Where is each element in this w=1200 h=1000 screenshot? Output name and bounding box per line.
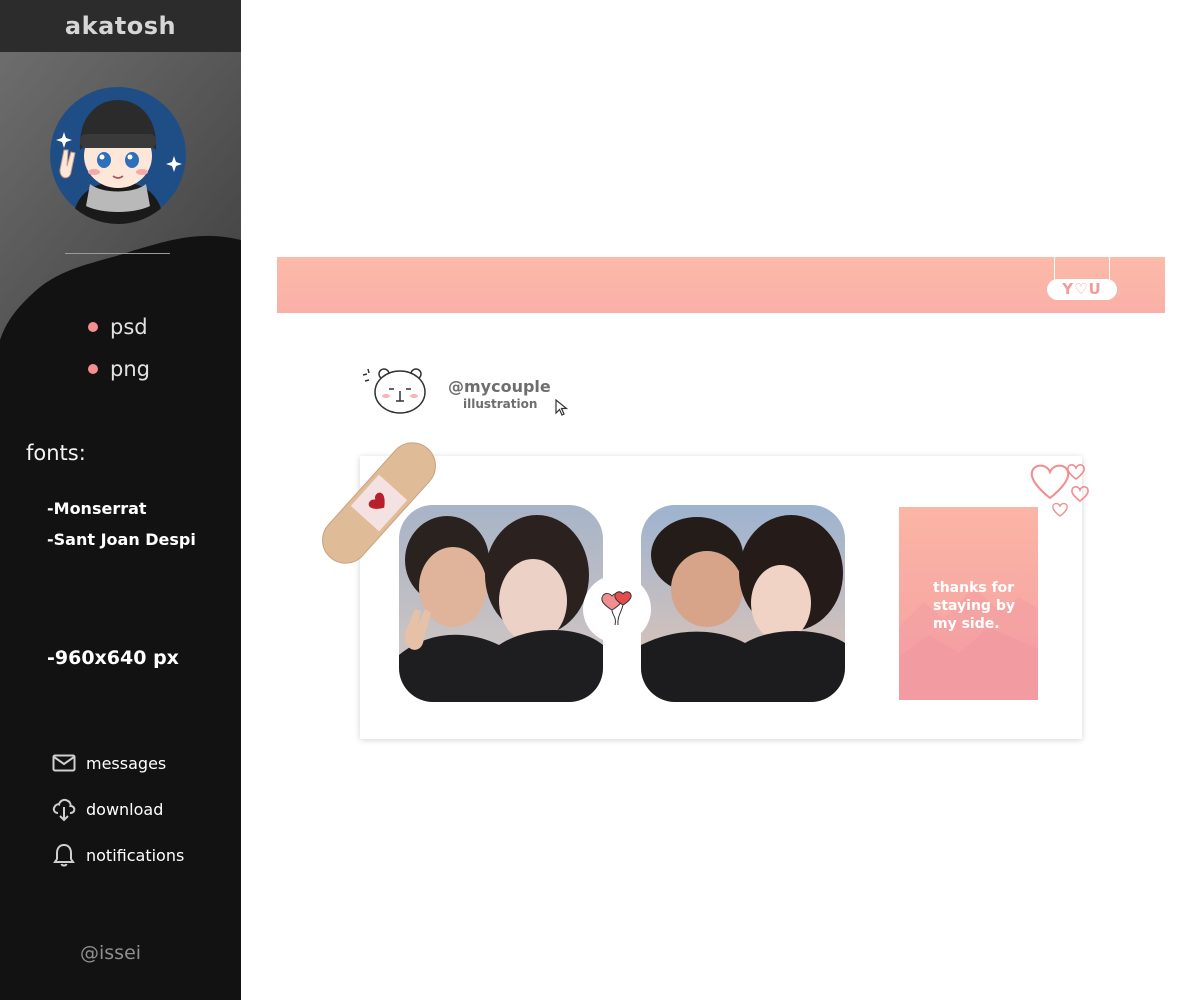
quote-card: thanks for staying by my side. (899, 507, 1038, 700)
sidebar-menu: messages download notifications (50, 740, 184, 878)
menu-item-download[interactable]: download (50, 786, 184, 832)
avatar-illustration (50, 87, 186, 224)
font-list: -Monserrat -Sant Joan Despi (47, 497, 196, 559)
menu-label: notifications (86, 845, 185, 865)
size-text: -960x640 px (47, 647, 179, 669)
download-icon (50, 795, 78, 823)
format-item-png[interactable]: png (88, 348, 150, 390)
envelope-icon (50, 749, 78, 777)
profile-subtitle: illustration (463, 397, 538, 411)
format-label: png (110, 357, 150, 381)
footer-handle[interactable]: @issei (80, 942, 141, 964)
couple-photo-right[interactable] (641, 505, 845, 702)
bandage-sticker (322, 442, 436, 564)
hearts-doodle (1030, 464, 1089, 517)
font-item: -Monserrat (47, 499, 147, 518)
quote-text: thanks for staying by my side. (933, 580, 1015, 632)
hang-string (1054, 257, 1055, 281)
menu-label: download (86, 799, 164, 819)
sidebar-header: akatosh (0, 0, 241, 52)
profile-handle[interactable]: @mycouple (448, 377, 551, 396)
fonts-heading: fonts: (26, 441, 86, 465)
font-item: -Sant Joan Despi (47, 530, 196, 549)
menu-label: messages (86, 753, 167, 773)
header-banner: Y♡U (277, 257, 1165, 313)
format-label: psd (110, 315, 148, 339)
you-tag: Y♡U (1047, 279, 1117, 300)
heart-balloons-icon (601, 591, 632, 626)
sidebar: akatosh psd png fonts: -Monserrat -Sant … (0, 0, 241, 1000)
menu-item-messages[interactable]: messages (50, 740, 184, 786)
avatar[interactable] (50, 86, 186, 224)
format-list: psd png (88, 306, 150, 390)
bell-icon (50, 841, 78, 869)
hang-string (1109, 257, 1110, 281)
balloon-badge (583, 575, 651, 643)
app-title: akatosh (64, 12, 177, 40)
photo-card: thanks for staying by my side. (360, 456, 1082, 739)
bear-icon (362, 368, 426, 414)
cursor-icon (555, 399, 569, 416)
bullet-dot (88, 322, 98, 332)
format-item-psd[interactable]: psd (88, 306, 150, 348)
sidebar-divider (65, 253, 170, 254)
menu-item-notifications[interactable]: notifications (50, 832, 184, 878)
profile-handle-block: @mycouple illustration (448, 377, 551, 411)
bullet-dot (88, 364, 98, 374)
